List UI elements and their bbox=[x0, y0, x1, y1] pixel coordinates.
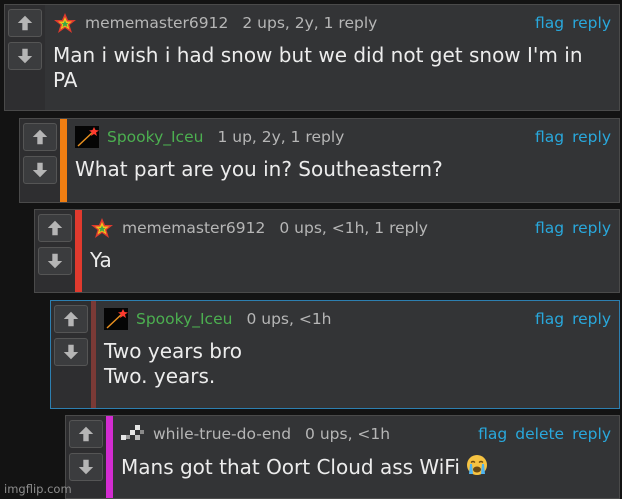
arrow-down-icon bbox=[63, 344, 79, 360]
comment-text-line: PA bbox=[53, 68, 78, 92]
arrow-up-icon bbox=[63, 311, 79, 327]
comment-header: Spooky_Iceu 0 ups, <1h flag reply bbox=[104, 307, 611, 331]
shooting-star-icon[interactable] bbox=[104, 308, 128, 330]
thread-color-bar bbox=[106, 416, 113, 498]
flag-link[interactable]: flag bbox=[535, 128, 564, 146]
comment-text: Two years bro Two. years. bbox=[104, 339, 611, 389]
arrow-down-icon bbox=[17, 48, 33, 64]
comment-5: while-true-do-end 0 ups, <1h flag delete… bbox=[65, 415, 620, 499]
comment-meta: 1 up, 2y, 1 reply bbox=[217, 128, 345, 146]
upvote-button[interactable] bbox=[54, 305, 88, 333]
comment-header: mememaster6912 2 ups, 2y, 1 reply flag r… bbox=[53, 11, 611, 35]
comment-header: mememaster6912 0 ups, <1h, 1 reply flag … bbox=[90, 216, 611, 240]
flag-link[interactable]: flag bbox=[478, 425, 507, 443]
comment-text: Ya bbox=[90, 248, 611, 273]
thread-color-bar bbox=[60, 119, 67, 202]
delete-link[interactable]: delete bbox=[515, 425, 564, 443]
comment-meta: 0 ups, <1h bbox=[305, 425, 391, 443]
arrow-down-icon bbox=[47, 253, 63, 269]
flag-link[interactable]: flag bbox=[535, 14, 564, 32]
arrow-down-icon bbox=[78, 459, 94, 475]
comment-3: mememaster6912 0 ups, <1h, 1 reply flag … bbox=[34, 209, 620, 293]
comment-meta: 0 ups, <1h bbox=[246, 310, 332, 328]
comment-content: while-true-do-end 0 ups, <1h flag delete… bbox=[113, 416, 619, 498]
comment-text-line: Man i wish i had snow but we did not get… bbox=[53, 43, 583, 67]
reply-link[interactable]: reply bbox=[572, 128, 611, 146]
comment-text-line: Mans got that Oort Cloud ass WiFi bbox=[121, 455, 460, 479]
comment-text-line: Two years bro bbox=[104, 339, 242, 363]
upvote-button[interactable] bbox=[23, 123, 57, 151]
downvote-button[interactable] bbox=[38, 247, 72, 275]
shooting-star-icon[interactable] bbox=[75, 126, 99, 148]
arrow-down-icon bbox=[32, 162, 48, 178]
downvote-button[interactable] bbox=[23, 156, 57, 184]
arrow-up-icon bbox=[17, 15, 33, 31]
username-link[interactable]: mememaster6912 bbox=[122, 219, 265, 237]
comment-text: What part are you in? Southeastern? bbox=[75, 157, 611, 182]
comment-text-line: Ya bbox=[90, 248, 112, 272]
username-link[interactable]: while-true-do-end bbox=[153, 425, 291, 443]
rainbow-star-icon[interactable] bbox=[53, 12, 77, 34]
comment-1: mememaster6912 2 ups, 2y, 1 reply flag r… bbox=[4, 4, 620, 111]
comment-text-line: Two. years. bbox=[104, 364, 216, 388]
vote-column bbox=[20, 119, 60, 202]
arrow-up-icon bbox=[32, 129, 48, 145]
arrow-up-icon bbox=[47, 220, 63, 236]
comment-2: Spooky_Iceu 1 up, 2y, 1 reply flag reply… bbox=[19, 118, 620, 203]
comment-text-line: What part are you in? Southeastern? bbox=[75, 157, 443, 181]
username-link[interactable]: mememaster6912 bbox=[85, 14, 228, 32]
comment-content: Spooky_Iceu 0 ups, <1h flag reply Two ye… bbox=[96, 301, 619, 408]
reply-link[interactable]: reply bbox=[572, 310, 611, 328]
comment-content: mememaster6912 0 ups, <1h, 1 reply flag … bbox=[82, 210, 619, 292]
comment-text: Mans got that Oort Cloud ass WiFi bbox=[121, 454, 611, 480]
crying-face-emoji bbox=[467, 455, 488, 475]
arrow-up-icon bbox=[78, 426, 94, 442]
username-link[interactable]: Spooky_Iceu bbox=[107, 128, 203, 146]
imgflip-watermark: imgflip.com bbox=[4, 482, 72, 496]
upvote-button[interactable] bbox=[69, 420, 103, 448]
upvote-button[interactable] bbox=[38, 214, 72, 242]
vote-column bbox=[51, 301, 91, 408]
flag-link[interactable]: flag bbox=[535, 219, 564, 237]
rainbow-star-icon[interactable] bbox=[90, 217, 114, 239]
comment-header: while-true-do-end 0 ups, <1h flag delete… bbox=[121, 422, 611, 446]
username-link[interactable]: Spooky_Iceu bbox=[136, 310, 232, 328]
comment-content: mememaster6912 2 ups, 2y, 1 reply flag r… bbox=[45, 5, 619, 110]
comment-header: Spooky_Iceu 1 up, 2y, 1 reply flag reply bbox=[75, 125, 611, 149]
comment-meta: 2 ups, 2y, 1 reply bbox=[242, 14, 378, 32]
thread-color-bar bbox=[75, 210, 82, 292]
comment-content: Spooky_Iceu 1 up, 2y, 1 reply flag reply… bbox=[67, 119, 619, 202]
vote-column bbox=[66, 416, 106, 498]
vote-column bbox=[35, 210, 75, 292]
downvote-button[interactable] bbox=[8, 42, 42, 70]
vote-column bbox=[5, 5, 45, 110]
upvote-button[interactable] bbox=[8, 9, 42, 37]
downvote-button[interactable] bbox=[69, 453, 103, 481]
flag-link[interactable]: flag bbox=[535, 310, 564, 328]
downvote-button[interactable] bbox=[54, 338, 88, 366]
pixel-blocks-icon[interactable] bbox=[121, 423, 145, 445]
reply-link[interactable]: reply bbox=[572, 14, 611, 32]
comment-meta: 0 ups, <1h, 1 reply bbox=[279, 219, 428, 237]
comment-4: Spooky_Iceu 0 ups, <1h flag reply Two ye… bbox=[50, 300, 620, 409]
reply-link[interactable]: reply bbox=[572, 219, 611, 237]
reply-link[interactable]: reply bbox=[572, 425, 611, 443]
comment-text: Man i wish i had snow but we did not get… bbox=[53, 43, 611, 93]
